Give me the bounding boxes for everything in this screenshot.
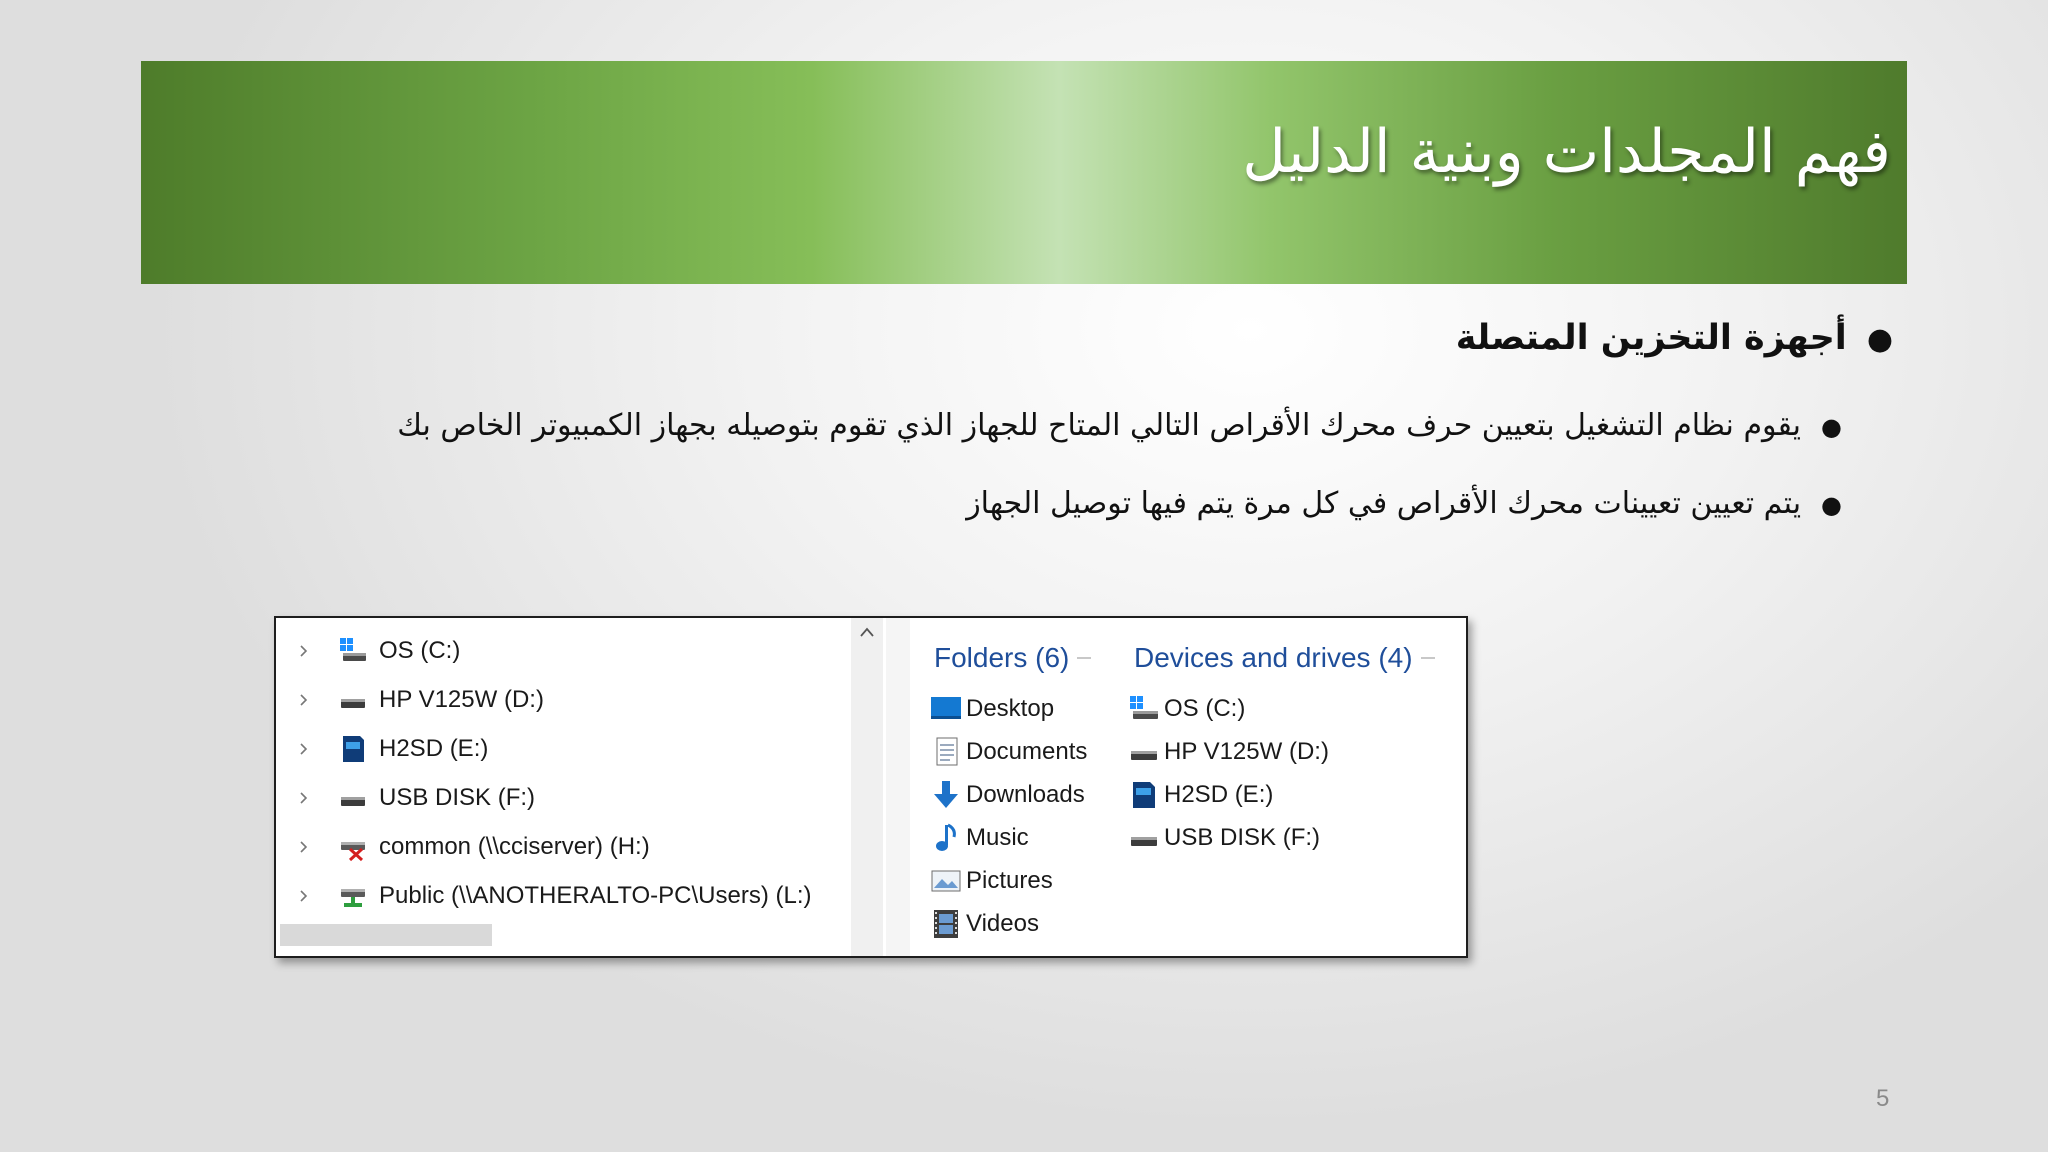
nav-item-label: H2SD (E:): [379, 735, 489, 762]
nav-item-common-h[interactable]: common (\\cciserver) (H:): [276, 825, 846, 869]
header-rule: [1077, 657, 1092, 659]
device-os-c[interactable]: OS (C:): [1128, 690, 1245, 728]
folder-label: Desktop: [966, 695, 1055, 722]
chevron-right-icon[interactable]: [298, 645, 310, 657]
pictures-icon: [931, 870, 961, 892]
windows-drive-icon: [340, 638, 366, 661]
sub-bullet-text: يتم تعيين تعيينات محرك الأقراص في كل مرة…: [966, 486, 1802, 521]
downloads-icon: [934, 781, 958, 808]
sd-card-icon: [343, 736, 364, 762]
horizontal-scrollbar[interactable]: [280, 924, 492, 946]
usb-drive-icon: [1131, 837, 1157, 846]
main-bullet-text: أجهزة التخزين المتصلة: [1455, 318, 1847, 358]
device-label: USB DISK (F:): [1164, 824, 1321, 851]
nav-item-public-l[interactable]: Public (\\ANOTHERALTO-PC\Users) (L:): [276, 874, 846, 918]
page-number: 5: [1876, 1085, 1890, 1112]
sd-card-icon: [1133, 782, 1155, 808]
folder-label: Downloads: [966, 781, 1085, 808]
folder-desktop[interactable]: Desktop: [930, 690, 1054, 728]
nav-item-label: common (\\cciserver) (H:): [379, 833, 650, 860]
file-explorer-screenshot: OS (C:) HP V125W (D:) H2SD (E:) USB DISK…: [274, 616, 1468, 958]
pane-divider: [886, 618, 910, 956]
folder-label: Videos: [966, 910, 1039, 937]
folder-downloads[interactable]: Downloads: [930, 776, 1085, 814]
nav-item-label: USB DISK (F:): [379, 784, 536, 811]
device-usb-f[interactable]: USB DISK (F:): [1128, 819, 1320, 857]
device-label: HP V125W (D:): [1164, 738, 1329, 765]
folder-label: Music: [966, 824, 1029, 851]
documents-icon: [936, 737, 958, 766]
folders-header-label: Folders (6): [934, 642, 1070, 673]
bullet-dot-icon: ●: [1866, 322, 1893, 357]
folder-videos[interactable]: Videos: [930, 905, 1039, 943]
folder-documents[interactable]: Documents: [930, 733, 1087, 771]
device-label: H2SD (E:): [1164, 781, 1274, 808]
folder-pictures[interactable]: Pictures: [930, 862, 1053, 900]
nav-item-label: Public (\\ANOTHERALTO-PC\Users) (L:): [379, 882, 812, 909]
nav-item-label: OS (C:): [379, 637, 461, 664]
usb-drive-icon: [341, 797, 365, 806]
folder-music[interactable]: Music: [930, 819, 1029, 857]
nav-item-h2sd-e[interactable]: H2SD (E:): [276, 727, 846, 771]
videos-icon: [934, 910, 958, 938]
vertical-scrollbar[interactable]: [851, 618, 883, 956]
sub-bullet-1: ● يقوم نظام التشغيل بتعيين حرف محرك الأقر…: [397, 408, 1842, 443]
devices-header-label: Devices and drives (4): [1134, 642, 1413, 673]
chevron-right-icon[interactable]: [298, 890, 310, 902]
chevron-right-icon[interactable]: [298, 694, 310, 706]
folder-label: Documents: [966, 738, 1088, 765]
title-banner: فهم المجلدات وبنية الدليل: [141, 61, 1907, 284]
windows-drive-icon: [1130, 696, 1158, 719]
nav-item-os-c[interactable]: OS (C:): [276, 629, 846, 673]
device-label: OS (C:): [1164, 695, 1246, 722]
header-rule: [1420, 657, 1435, 659]
device-h2sd-e[interactable]: H2SD (E:): [1128, 776, 1273, 814]
bullet-dot-icon: ●: [1821, 413, 1842, 441]
scroll-up-icon[interactable]: [860, 626, 874, 638]
sub-bullet-text: يقوم نظام التشغيل بتعيين حرف محرك الأقرا…: [397, 408, 1802, 443]
chevron-right-icon[interactable]: [298, 743, 310, 755]
nav-item-hp-d[interactable]: HP V125W (D:): [276, 678, 846, 722]
nav-item-label: HP V125W (D:): [379, 686, 544, 713]
usb-drive-icon: [1131, 751, 1157, 760]
music-icon: [936, 823, 956, 851]
folder-label: Pictures: [966, 867, 1053, 894]
bullet-dot-icon: ●: [1821, 491, 1842, 519]
nav-item-usb-f[interactable]: USB DISK (F:): [276, 776, 846, 820]
device-hp-d[interactable]: HP V125W (D:): [1128, 733, 1329, 771]
network-drive-icon: [341, 889, 365, 907]
chevron-right-icon[interactable]: [298, 841, 310, 853]
desktop-icon: [931, 697, 961, 719]
chevron-right-icon[interactable]: [298, 792, 310, 804]
folders-group-header[interactable]: Folders (6): [934, 642, 1092, 674]
usb-drive-icon: [341, 699, 365, 708]
navigation-pane: OS (C:) HP V125W (D:) H2SD (E:) USB DISK…: [276, 618, 851, 956]
disconnected-network-drive-icon: [341, 842, 365, 862]
slide-title: فهم المجلدات وبنية الدليل: [1242, 117, 1891, 187]
devices-group-header[interactable]: Devices and drives (4): [1134, 642, 1435, 674]
sub-bullet-2: ● يتم تعيين تعيينات محرك الأقراص في كل مر…: [966, 486, 1842, 521]
main-bullet: ● أجهزة التخزين المتصلة: [1456, 318, 1893, 358]
